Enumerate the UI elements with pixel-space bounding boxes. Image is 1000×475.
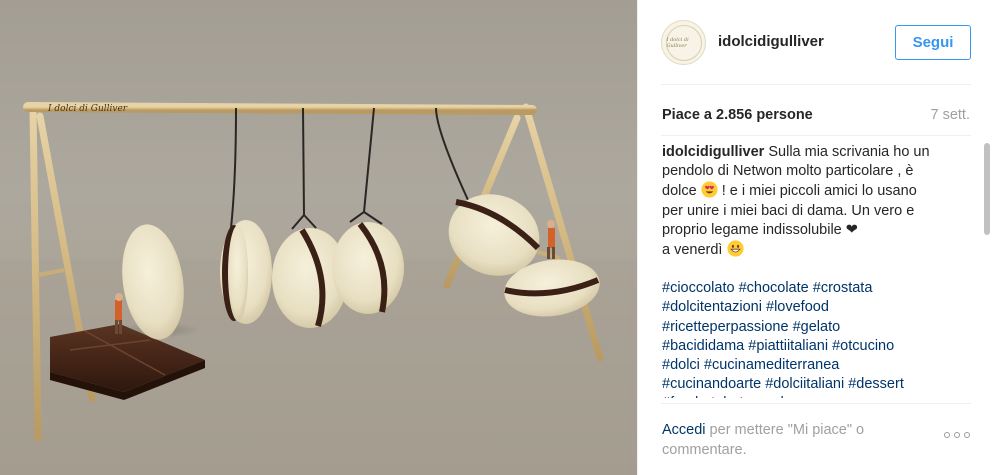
caption-text-2: pendolo di Netwon molto particolare , è [662, 163, 914, 180]
hashtag-line: #cucinandoarte #dolciitaliani #dessert [662, 375, 962, 394]
avatar-text: I dolci di Gulliver [666, 36, 689, 49]
hashtag-link[interactable]: #ricetteperpassione [662, 319, 789, 335]
likes-count[interactable]: Piace a 2.856 persone [662, 107, 813, 123]
hashtag-link[interactable]: #cucinandoarte [662, 376, 761, 392]
scrollbar-thumb[interactable] [984, 143, 990, 235]
hashtag-link[interactable]: #dessert [848, 376, 904, 392]
instagram-post: I dolci di Gulliver I dolci di Gulliver … [0, 0, 1000, 475]
caption: idolcidigulliver Sulla mia scrivania ho … [662, 143, 962, 260]
grinning-face-icon [726, 240, 744, 257]
caption-text-3a: dolce [662, 183, 701, 200]
follow-button[interactable]: Segui [895, 25, 971, 60]
hashtag-link[interactable]: #dolci [662, 357, 700, 373]
hashtag-line: #ricetteperpassione #gelato [662, 318, 962, 337]
hashtag-link[interactable]: #dolciitaliani [765, 376, 844, 392]
stats-divider [661, 135, 971, 136]
hashtag-link[interactable]: #dolcitentazioni [662, 299, 762, 315]
pendulum-scene: I dolci di Gulliver [0, 102, 637, 475]
heart-eyes-icon [701, 181, 718, 198]
hashtag-link[interactable]: #foodartphotography [662, 395, 796, 398]
hashtag-list: #cioccolato #chocolate #crostata #dolcite… [662, 279, 962, 398]
hashtag-line: #dolcitentazioni #lovefood [662, 298, 962, 317]
caption-text-1: Sulla mia scrivania ho un [764, 144, 930, 160]
post-timestamp[interactable]: 7 sett. [931, 107, 971, 123]
post-details-panel: I dolci di Gulliver idolcidigulliver Seg… [637, 0, 1000, 475]
hashtag-link[interactable]: #cioccolato [662, 280, 735, 296]
caption-text-3b: ! e i miei piccoli amici lo usano [717, 183, 917, 200]
caption-author[interactable]: idolcidigulliver [662, 144, 764, 160]
hashtag-link[interactable]: #crostata [813, 280, 873, 296]
post-header: I dolci di Gulliver idolcidigulliver Seg… [638, 0, 1000, 84]
caption-text-4: per unire i miei baci di dama. Un vero e [662, 202, 915, 219]
hashtag-link[interactable]: #otcucino [832, 338, 894, 354]
hashtag-link[interactable]: #gelato [793, 319, 841, 335]
footer-divider [661, 403, 971, 404]
avatar[interactable]: I dolci di Gulliver [661, 20, 706, 65]
svg-text:I dolci di Gulliver: I dolci di Gulliver [47, 104, 128, 114]
comments-area[interactable]: idolcidigulliver Sulla mia scrivania ho … [662, 143, 962, 398]
comments-scrollbar[interactable] [983, 140, 991, 402]
hashtag-link[interactable]: #piattiitaliani [748, 338, 828, 354]
hashtag-link[interactable]: #cucinamediterranea [704, 357, 839, 373]
hashtag-link[interactable]: #chocolate [739, 280, 809, 296]
hashtag-link[interactable]: #lovefood [766, 299, 829, 315]
hashtag-line: #bacididama #piattiitaliani #otcucino [662, 337, 962, 356]
avatar-logo: I dolci di Gulliver [665, 24, 702, 61]
caption-text-6: a venerdì [662, 242, 727, 259]
header-divider [661, 84, 971, 85]
username-link[interactable]: idolcidigulliver [718, 33, 824, 50]
hashtag-link[interactable]: #bacididama [662, 338, 744, 354]
hashtag-line: #foodartphotography [662, 394, 962, 398]
hashtag-line: #dolci #cucinamediterranea [662, 356, 962, 375]
caption-text-5: proprio legame indissolubile ❤ [662, 221, 858, 238]
hashtag-line: #cioccolato #chocolate #crostata [662, 279, 962, 298]
more-options-icon[interactable] [944, 428, 974, 442]
login-link[interactable]: Accedi [662, 422, 706, 438]
post-photo[interactable]: I dolci di Gulliver [0, 0, 637, 475]
login-prompt: Accedi per mettere "Mi piace" o commenta… [662, 420, 912, 460]
